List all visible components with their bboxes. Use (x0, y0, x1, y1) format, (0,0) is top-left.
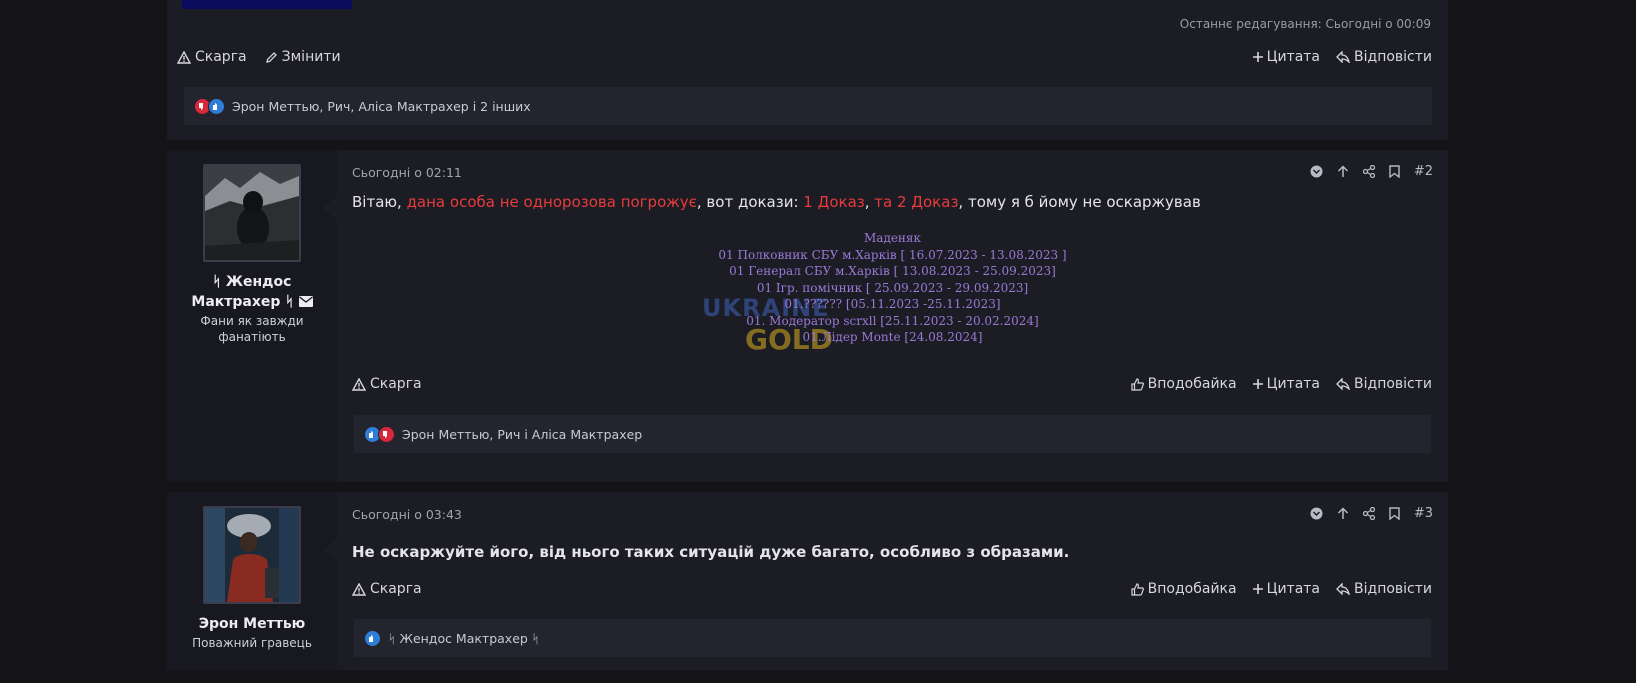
post-2: ᛋ Жендос Мактрахер ᛋ Фани як завжди фана… (167, 150, 1448, 482)
post-actions-left: Скарга (352, 581, 440, 597)
post-tools: #2 (1296, 164, 1433, 179)
reply-icon (1336, 51, 1350, 63)
user-title: Фани як завжди фанатіють (200, 314, 304, 344)
bookmark-button[interactable] (1389, 165, 1400, 178)
avatar-image (205, 166, 299, 260)
quote-label: Цитата (1266, 49, 1321, 65)
avatar[interactable] (203, 164, 301, 262)
scroll-up-button[interactable] (1337, 165, 1349, 178)
reactions-text[interactable]: Эрон Меттью, Рич і Аліса Мактрахер (402, 427, 642, 442)
bookmark-button[interactable] (1389, 507, 1400, 520)
arrow-up-icon (1337, 507, 1348, 519)
share-button[interactable] (1362, 507, 1375, 520)
post-body: Сьогодні о 02:11 #2 Вітаю, дана особа не… (323, 150, 1448, 482)
envelope-icon (298, 296, 313, 307)
highlight-text: дана особа не однорозова погрожує (406, 193, 697, 211)
reactions-bar[interactable]: Эрон Меттью, Рич і Аліса Мактрахер (354, 415, 1431, 453)
reply-button[interactable]: Відповісти (1336, 376, 1432, 392)
reply-button[interactable]: Відповісти (1336, 581, 1432, 597)
post-image-fragment (182, 0, 352, 9)
plus-icon (1252, 379, 1263, 389)
like-reaction-icon (208, 97, 225, 115)
thumbs-up-icon (1131, 377, 1144, 391)
like-button[interactable]: Вподобайка (1131, 376, 1237, 392)
post-author-sidebar: Эрон Меттью Поважний гравець (167, 492, 337, 670)
post-actions-left: Скарга (352, 376, 440, 392)
previous-post: Останнє редагування: Сьогодні о 00:09 Ск… (167, 0, 1448, 140)
reactions-bar[interactable]: Эрон Меттью, Рич, Аліса Мактрахер і 2 ін… (184, 87, 1432, 125)
post-author-sidebar: ᛋ Жендос Мактрахер ᛋ Фани як завжди фана… (167, 150, 337, 482)
author-name-text[interactable]: ᛋ Жендос Мактрахер ᛋ (191, 274, 293, 310)
warning-icon (352, 377, 366, 391)
signature: Маденяк 01 Полковник СБУ м.Харків [ 16.0… (718, 231, 1067, 344)
post-body: Сьогодні о 03:43 #3 Не оскаржуйте його, … (323, 492, 1448, 670)
share-icon (1362, 165, 1375, 178)
dislike-reaction-icon (378, 425, 395, 443)
plus-icon (1252, 584, 1263, 594)
report-button[interactable]: Скарга (177, 49, 247, 65)
reactions-bar[interactable]: ᛋ Жендос Мактрахер ᛋ (354, 619, 1431, 657)
author-name[interactable]: Эрон Меттью (167, 614, 337, 634)
bookmark-icon (1389, 165, 1400, 178)
last-edited: Останнє редагування: Сьогодні о 00:09 (1179, 17, 1431, 31)
post-time[interactable]: Сьогодні о 03:43 (352, 507, 462, 522)
reactions-text[interactable]: ᛋ Жендос Мактрахер ᛋ (388, 631, 539, 646)
edit-label: Змінити (281, 49, 341, 65)
arrow-up-icon (1337, 165, 1348, 177)
post-actions-left: Скарга Змінити (177, 49, 359, 65)
quote-button[interactable]: Цитата (1252, 581, 1320, 597)
author-name[interactable]: ᛋ Жендос Мактрахер ᛋ (167, 272, 337, 312)
warning-icon (177, 50, 191, 64)
post-actions-right: Вподобайка Цитата Відповісти (1115, 581, 1432, 597)
like-reaction-icon (364, 629, 381, 647)
bookmark-icon (1389, 507, 1400, 520)
reply-icon (1336, 378, 1350, 390)
post-actions-right: Вподобайка Цитата Відповісти (1115, 376, 1432, 392)
scroll-up-button[interactable] (1337, 507, 1349, 520)
reply-label: Відповісти (1354, 49, 1432, 65)
post-tools: #3 (1296, 506, 1433, 521)
user-title: Поважний гравець (192, 636, 312, 650)
report-label: Скарга (195, 49, 247, 65)
share-button[interactable] (1362, 165, 1375, 178)
report-button[interactable]: Скарга (352, 581, 422, 597)
avatar[interactable] (203, 506, 301, 604)
reactions-text[interactable]: Эрон Меттью, Рич, Аліса Мактрахер і 2 ін… (232, 99, 531, 114)
edit-button[interactable]: Змінити (265, 49, 341, 65)
warning-icon (352, 582, 366, 596)
post-number[interactable]: #2 (1414, 164, 1433, 179)
plus-icon (1252, 52, 1263, 62)
post-actions-right: Цитата Відповісти (1237, 49, 1432, 65)
thumbs-up-icon (1131, 582, 1144, 596)
report-button[interactable]: Скарга (352, 376, 422, 392)
proof-link-1[interactable]: 1 Доказ (803, 193, 864, 211)
expand-button[interactable] (1310, 165, 1323, 178)
like-button[interactable]: Вподобайка (1131, 581, 1237, 597)
proof-link-2[interactable]: та 2 Доказ (874, 193, 958, 211)
quote-button[interactable]: Цитата (1252, 49, 1321, 65)
avatar-image (205, 508, 299, 602)
chevron-down-circle-icon (1310, 507, 1323, 520)
post-content: Не оскаржуйте його, від нього таких ситу… (352, 543, 1070, 561)
quote-button[interactable]: Цитата (1252, 376, 1320, 392)
pencil-icon (265, 51, 277, 63)
expand-button[interactable] (1310, 507, 1323, 520)
chevron-down-circle-icon (1310, 165, 1323, 178)
post-3: Эрон Меттью Поважний гравець Сьогодні о … (167, 492, 1448, 670)
post-content: Вітаю, дана особа не однорозова погрожує… (352, 193, 1201, 211)
post-time[interactable]: Сьогодні о 02:11 (352, 165, 462, 180)
share-icon (1362, 507, 1375, 520)
post-number[interactable]: #3 (1414, 506, 1433, 521)
reply-button[interactable]: Відповісти (1336, 49, 1432, 65)
reply-icon (1336, 583, 1350, 595)
